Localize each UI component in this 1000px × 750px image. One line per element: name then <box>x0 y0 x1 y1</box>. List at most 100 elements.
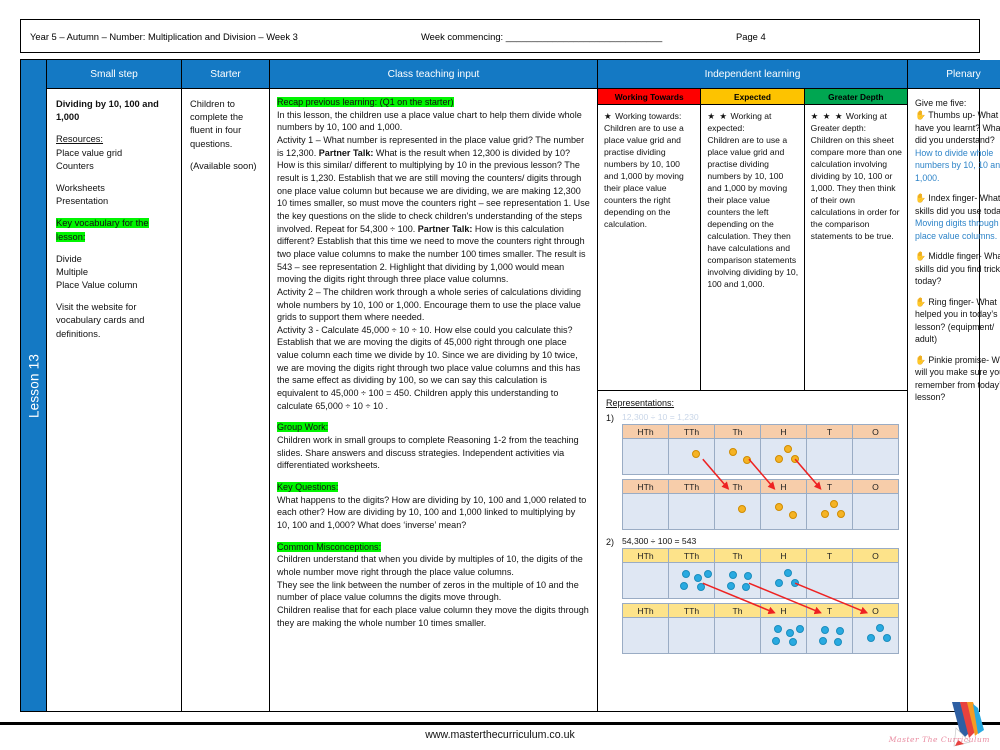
unit-title: Year 5 – Autumn – Number: Multiplication… <box>30 31 298 42</box>
band-description: Children on this sheet compare more than… <box>810 135 902 242</box>
counter-icon <box>829 500 838 509</box>
place-value-cell <box>668 562 715 599</box>
place-value-column-header: O <box>852 424 899 439</box>
starter-text: Children to complete the fluent in four … <box>190 99 244 149</box>
counter-icon <box>691 449 700 458</box>
place-value-column-header: T <box>806 479 853 494</box>
band-expected: Expected ★ ★ Working at expected: Childr… <box>701 89 805 390</box>
counter-icon <box>788 638 797 647</box>
misconception-item: Children realise that for each place val… <box>277 604 589 628</box>
counter-icon <box>818 637 827 646</box>
place-value-cell <box>760 438 807 475</box>
independent-content: Working Towards ★ Working towards: Child… <box>598 89 907 711</box>
place-value-cell <box>760 617 807 654</box>
place-value-column-header: Th <box>714 548 761 563</box>
misconceptions-heading: Common Misconceptions: <box>277 541 382 552</box>
counter-icon <box>704 570 713 578</box>
place-value-column-header: Th <box>714 424 761 439</box>
place-value-cell <box>622 493 669 530</box>
band-description: Children are to use a place value grid a… <box>604 123 684 230</box>
representations-section: Representations: 1) 12,300 ÷ 10 = 1,230 HT… <box>598 391 907 664</box>
activity1-part-b: What is the result when 12,300 is divide… <box>277 147 590 234</box>
place-value-column-header: H <box>760 479 807 494</box>
plenary-list: ✋ Thumbs up- What have you learnt? What … <box>915 109 1000 403</box>
plenary-item: ✋ Middle finger- What skills did you fin… <box>915 250 1000 287</box>
plenary-answer: How to divide whole numbers by 10, 10 an… <box>915 147 1000 183</box>
place-value-column-header: H <box>760 603 807 618</box>
place-value-cell <box>806 438 853 475</box>
key-questions-text: What happens to the digits? How are divi… <box>277 494 587 530</box>
plenary-item: ✋ Pinkie promise- What will you make sur… <box>915 354 1000 404</box>
counter-icon <box>783 569 792 578</box>
representations-list: 1) 12,300 ÷ 10 = 1,230 HTh TTh Th H T O HTh TTh Th… <box>606 412 899 654</box>
resource-item: Place value grid <box>56 147 123 158</box>
footer-divider <box>0 722 1000 725</box>
band-header-working-towards: Working Towards <box>598 89 701 105</box>
resources-label: Resources: <box>56 134 104 145</box>
document-header-bar: Year 5 – Autumn – Number: Multiplication… <box>20 19 980 53</box>
brand-logo-text: Master The Curriculum <box>888 735 990 744</box>
counter-icon <box>775 503 784 512</box>
place-value-column-header: O <box>852 479 899 494</box>
representation-block: 2) 54,300 ÷ 100 = 543 HTh TTh Th H T O HTh TTh Th H… <box>606 536 899 654</box>
representations-heading: Representations: <box>606 398 675 408</box>
lesson-number-label: Lesson 13 <box>26 353 41 418</box>
place-value-cell <box>714 438 761 475</box>
partner-talk-label: Partner Talk: <box>417 223 473 234</box>
place-value-column-header: Th <box>714 603 761 618</box>
column-header-starter: Starter <box>182 60 269 89</box>
lesson-number-tab: Lesson 13 <box>21 60 47 711</box>
hand-icon: ✋ <box>915 354 926 365</box>
counter-icon <box>728 570 737 579</box>
counter-icon <box>726 582 735 591</box>
plenary-content: Give me five: ✋ Thumbs up- What have you… <box>908 89 1000 711</box>
counter-icon <box>773 625 782 633</box>
place-value-cell <box>668 438 715 475</box>
place-value-column-header: T <box>806 548 853 563</box>
counter-icon <box>774 579 783 588</box>
place-value-column-header: HTh <box>622 548 669 563</box>
place-value-column-header: H <box>760 548 807 563</box>
group-work-heading: Group Work: <box>277 422 329 433</box>
band-text-working-towards: ★ Working towards: Children are to use a… <box>598 105 700 233</box>
place-value-column-header: TTh <box>668 424 715 439</box>
misconception-item: They see the link between the number of … <box>277 579 579 603</box>
star-rating: ★ <box>604 111 613 121</box>
week-commencing-field: Week commencing: _______________________… <box>421 31 663 42</box>
counter-icon <box>783 445 792 454</box>
place-value-column-header: T <box>806 424 853 439</box>
band-lead: Working towards: <box>612 111 682 121</box>
plenary-intro: Give me five: <box>915 98 967 108</box>
plenary-question: ✋ Index finger- What skills did you use … <box>915 193 1000 216</box>
representation-number: 2) <box>606 537 615 547</box>
place-value-cell <box>668 493 715 530</box>
small-step-title: Dividing by 10, 100 and 1,000 <box>56 99 159 123</box>
place-value-cell <box>622 438 669 475</box>
place-value-column-header: Th <box>714 479 761 494</box>
place-value-column-header: HTh <box>622 424 669 439</box>
representation-number: 1) <box>606 413 615 423</box>
starter-content: Children to complete the fluent in four … <box>182 89 269 711</box>
place-value-cell <box>852 493 899 530</box>
plenary-question: ✋ Thumbs up- What have you learnt? What … <box>915 110 1000 146</box>
misconception-item: Children understand that when you divide… <box>277 554 583 577</box>
differentiation-bands: Working Towards ★ Working towards: Child… <box>598 89 907 391</box>
plenary-question: ✋ Middle finger- What skills did you fin… <box>915 251 1000 287</box>
teaching-activity-3: Activity 3 - Calculate 45,000 ÷ 10 ÷ 10.… <box>277 324 581 411</box>
place-value-cell <box>760 493 807 530</box>
counter-icon <box>681 570 690 578</box>
counter-icon <box>875 624 884 633</box>
counter-icon <box>796 625 805 633</box>
page-number: Page 4 <box>736 31 766 42</box>
recap-heading: Recap previous learning: (Q1 on the star… <box>277 97 454 107</box>
band-text-greater-depth: ★ ★ ★ Working at Greater depth: Children… <box>805 105 907 245</box>
counter-icon <box>679 582 688 591</box>
column-plenary: Plenary Give me five: ✋ Thumbs up- What … <box>908 60 1000 711</box>
counter-icon <box>693 574 702 583</box>
column-header-teaching: Class teaching input <box>270 60 597 89</box>
counter-icon <box>820 625 829 634</box>
column-class-teaching-input: Class teaching input Recap previous lear… <box>270 60 598 711</box>
counter-icon <box>729 448 738 457</box>
small-step-content: Dividing by 10, 100 and 1,000 Resources:… <box>47 89 181 711</box>
column-independent-learning: Independent learning Working Towards ★ W… <box>598 60 908 711</box>
